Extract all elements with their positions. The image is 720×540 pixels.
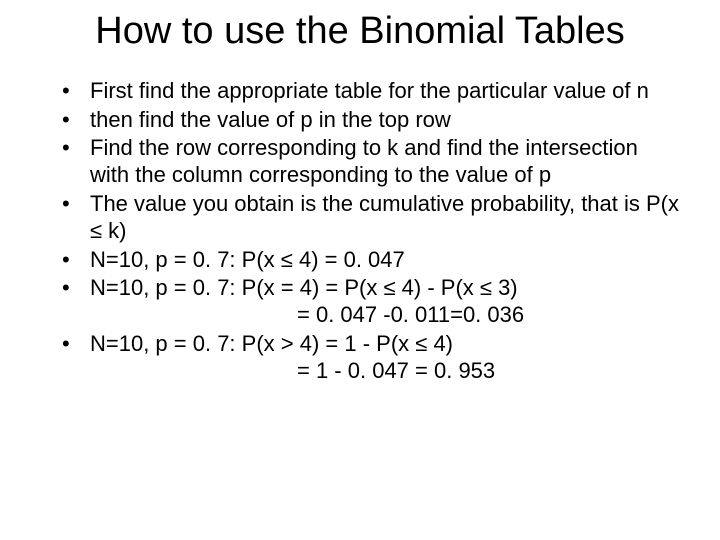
list-item-continuation: = 1 - 0. 047 = 0. 953: [90, 358, 680, 385]
list-item: First find the appropriate table for the…: [62, 78, 680, 105]
list-item-text: N=10, p = 0. 7: P(x > 4) = 1 - P(x ≤ 4): [90, 331, 453, 356]
list-item: The value you obtain is the cumulative p…: [62, 191, 680, 245]
list-item: N=10, p = 0. 7: P(x = 4) = P(x ≤ 4) - P(…: [62, 275, 680, 329]
list-item: N=10, p = 0. 7: P(x > 4) = 1 - P(x ≤ 4) …: [62, 331, 680, 385]
bullet-list: First find the appropriate table for the…: [40, 78, 680, 385]
list-item: Find the row corresponding to k and find…: [62, 135, 680, 189]
slide: How to use the Binomial Tables First fin…: [0, 0, 720, 540]
list-item: N=10, p = 0. 7: P(x ≤ 4) = 0. 047: [62, 247, 680, 274]
list-item-text: N=10, p = 0. 7: P(x = 4) = P(x ≤ 4) - P(…: [90, 275, 518, 300]
slide-title: How to use the Binomial Tables: [40, 10, 680, 54]
list-item: then find the value of p in the top row: [62, 107, 680, 134]
list-item-continuation: = 0. 047 -0. 011=0. 036: [90, 302, 680, 329]
